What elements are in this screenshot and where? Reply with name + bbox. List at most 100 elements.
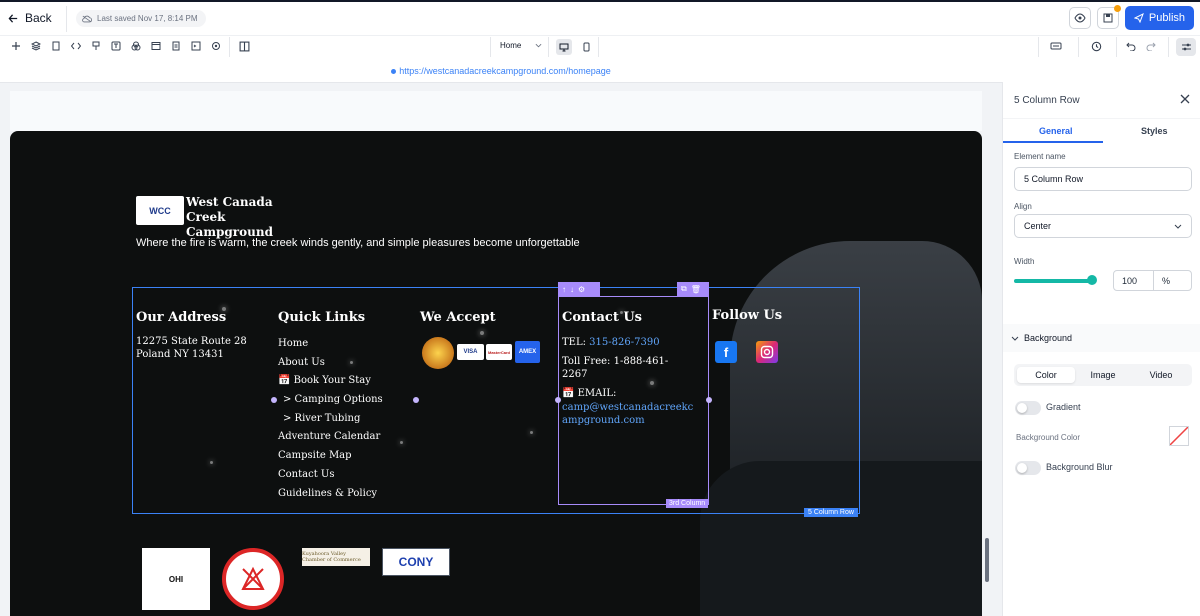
align-label: Align (1014, 202, 1032, 211)
last-saved-text: Last saved Nov 17, 8:14 PM (97, 14, 198, 23)
close-icon[interactable] (1180, 93, 1190, 107)
keyboard-icon[interactable] (1050, 41, 1062, 51)
chamber-of-commerce-logo[interactable]: Kuyahoora Valley Chamber of Commerce (302, 548, 370, 566)
amex-card: AMEX (515, 341, 540, 363)
divider (66, 6, 67, 32)
quick-link-contact[interactable]: Contact Us (278, 469, 383, 488)
publish-button[interactable]: Publish (1124, 6, 1194, 30)
email-line: ampground.com (562, 415, 645, 426)
quick-link-map[interactable]: Campsite Map (278, 450, 383, 469)
bg-tab-color[interactable]: Color (1017, 367, 1075, 383)
resize-handle[interactable] (271, 397, 277, 403)
shapes-icon[interactable] (130, 40, 142, 52)
redo-icon[interactable] (1146, 41, 1156, 51)
save-button[interactable] (1096, 5, 1121, 29)
bg-tab-video[interactable]: Video (1132, 367, 1190, 383)
columns-icon[interactable] (239, 41, 250, 55)
resize-handle[interactable] (555, 397, 561, 403)
align-select[interactable]: Center (1014, 214, 1192, 238)
ohi-logo[interactable]: OHI (142, 548, 210, 610)
quick-link-tubing[interactable]: > River Tubing (278, 413, 383, 432)
copy-icon[interactable]: ⧉ (681, 284, 687, 294)
campground-logo[interactable]: WCC (136, 196, 184, 225)
preview-button[interactable] (1068, 7, 1091, 29)
gradient-toggle[interactable] (1015, 401, 1041, 415)
gear-icon[interactable]: ⚙ (578, 285, 585, 294)
footer-tagline: Where the fire is warm, the creek winds … (136, 237, 580, 249)
background-section-header[interactable]: Background (1003, 324, 1200, 352)
address-title: Our Address (136, 310, 227, 325)
background-color-swatch[interactable] (1169, 426, 1189, 446)
form-icon[interactable] (170, 40, 182, 52)
unsaved-dot (1113, 5, 1121, 12)
mobile-view-button[interactable] (578, 39, 594, 55)
tab-general[interactable]: General (1039, 126, 1073, 136)
width-input[interactable]: 100 (1113, 270, 1154, 291)
terminal-icon[interactable] (190, 40, 202, 52)
tab-styles[interactable]: Styles (1141, 126, 1168, 136)
address-line: Poland NY 13431 (136, 349, 224, 360)
undo-icon[interactable] (1126, 41, 1136, 51)
page-select[interactable]: Home (500, 41, 542, 50)
arrow-left-icon (8, 13, 18, 23)
history-icon[interactable] (1091, 41, 1102, 52)
quick-link-about[interactable]: About Us (278, 357, 383, 376)
canvas-scrollbar-thumb[interactable] (985, 538, 989, 582)
background-color-label: Background Color (1016, 433, 1081, 442)
address-text: 12275 State Route 28 Poland NY 13431 (136, 335, 247, 361)
quick-link-camping[interactable]: > Camping Options (278, 394, 383, 413)
send-icon (1133, 13, 1144, 23)
settings-icon[interactable] (210, 40, 222, 52)
quick-link-home[interactable]: Home (278, 338, 383, 357)
plus-icon[interactable] (10, 40, 22, 52)
mastercard-card: MasterCard (486, 344, 512, 360)
pages-icon[interactable] (50, 40, 62, 52)
active-tab-indicator (1003, 141, 1103, 143)
page-url-bar[interactable]: https://westcanadacreekcampground.com/ho… (0, 62, 1002, 80)
footer-section[interactable]: WCC West Canada Creek Campground Where t… (10, 131, 982, 616)
email-line: camp@westcanadacreekc (562, 402, 694, 413)
quick-link-calendar[interactable]: Adventure Calendar (278, 431, 383, 450)
divider (598, 37, 599, 57)
quick-link-guidelines[interactable]: Guidelines & Policy (278, 488, 383, 507)
canvas-scrollbar[interactable] (984, 95, 990, 611)
properties-panel: 5 Column Row General Styles Element name… (1002, 82, 1200, 616)
cloud-off-icon (82, 15, 92, 22)
campground-association-logo[interactable] (222, 548, 284, 610)
resize-handle[interactable] (706, 397, 712, 403)
align-value: Center (1024, 221, 1052, 231)
facebook-icon[interactable]: f (715, 341, 737, 363)
element-name-input[interactable]: 5 Column Row (1014, 167, 1192, 191)
chevron-down-icon (535, 43, 542, 48)
tel-link[interactable]: 315-826-7390 (589, 337, 659, 348)
cony-logo[interactable]: CONY (382, 548, 450, 576)
code-icon[interactable] (70, 40, 82, 52)
logo-badge-text: WCC (149, 205, 171, 216)
back-button[interactable]: Back (8, 11, 52, 25)
back-label: Back (25, 11, 52, 25)
width-label: Width (1014, 257, 1035, 266)
resize-handle[interactable] (413, 397, 419, 403)
text-icon[interactable] (110, 40, 122, 52)
brush-icon[interactable] (90, 40, 102, 52)
arrow-up-icon[interactable]: ↑ (562, 285, 566, 294)
width-unit-select[interactable]: % (1153, 270, 1192, 291)
arrow-down-icon[interactable]: ↓ (570, 285, 574, 294)
background-blur-toggle[interactable] (1015, 461, 1041, 475)
quick-link-book[interactable]: 📅 Book Your Stay (278, 375, 383, 394)
width-slider-handle[interactable] (1087, 275, 1097, 285)
bg-tab-image[interactable]: Image (1074, 367, 1132, 383)
secure-seal-icon (422, 337, 454, 369)
desktop-view-button[interactable] (556, 39, 572, 55)
settings-sliders-icon[interactable] (1176, 38, 1196, 56)
tel-prefix: TEL: (562, 337, 590, 348)
email-link[interactable]: camp@westcanadacreekc ampground.com (562, 401, 693, 427)
instagram-icon[interactable] (756, 341, 778, 363)
campground-name: West Canada Creek Campground (186, 195, 273, 239)
browser-icon[interactable] (150, 40, 162, 52)
trash-icon[interactable]: 🗑 (691, 285, 701, 294)
follow-title: Follow Us (712, 308, 783, 323)
layers-icon[interactable] (30, 40, 42, 52)
address-line: 12275 State Route 28 (136, 336, 247, 347)
width-slider-track[interactable] (1014, 279, 1092, 283)
